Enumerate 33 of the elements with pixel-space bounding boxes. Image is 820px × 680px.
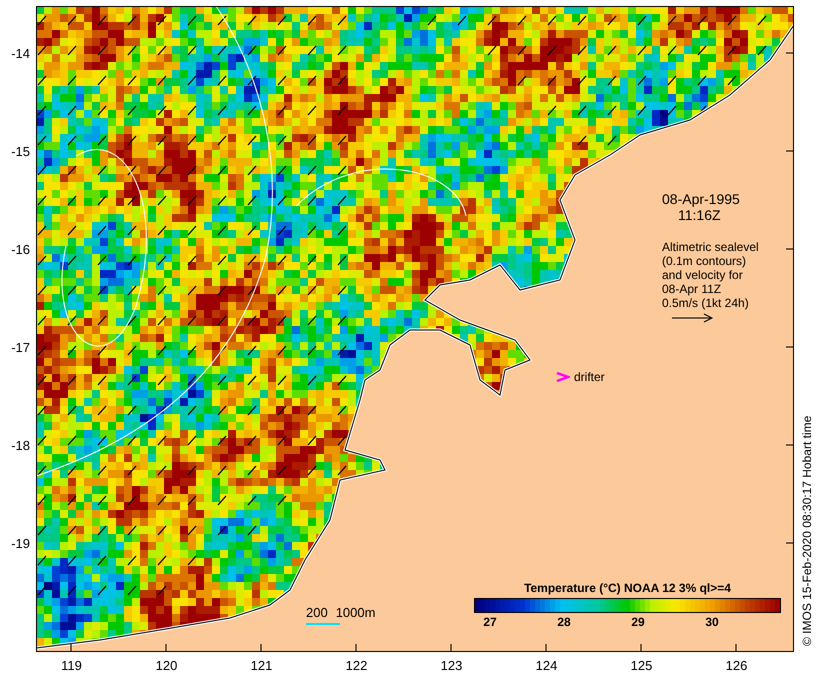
colorbar-label: 28 bbox=[556, 614, 572, 629]
colorbar-label: 27 bbox=[482, 614, 498, 629]
axis-label: 126 bbox=[724, 658, 748, 674]
axis-label: -16 bbox=[10, 240, 31, 258]
axis-label: -14 bbox=[10, 44, 31, 62]
legend-note: Altimetric sealevel bbox=[662, 240, 759, 254]
axis-label: 125 bbox=[630, 658, 654, 674]
axis-label: -18 bbox=[10, 436, 31, 454]
legend-note: 08-Apr 11Z bbox=[662, 282, 722, 296]
velocity-scale-arrow-icon bbox=[672, 313, 714, 323]
legend-note: (0.1m contours) bbox=[662, 254, 748, 268]
legend-note: and velocity for bbox=[662, 268, 744, 282]
colorbar-label: 29 bbox=[630, 614, 646, 629]
depth-label: 1000m bbox=[336, 606, 376, 620]
drifter-label: drifter bbox=[574, 370, 605, 384]
axis-label: 120 bbox=[154, 658, 178, 674]
legend-note: 0.5m/s (1kt 24h) bbox=[662, 296, 750, 310]
axis-label: -19 bbox=[10, 534, 31, 552]
axis-label: -15 bbox=[10, 142, 31, 160]
date-label: 08-Apr-1995 bbox=[662, 191, 740, 207]
chevron-icon bbox=[556, 372, 570, 382]
time-label: 11:16Z bbox=[677, 207, 722, 223]
axis-label: 123 bbox=[440, 658, 464, 674]
axis-label: 119 bbox=[60, 658, 83, 674]
credit-text: © IMOS 15-Feb-2020 08:30:17 Hobart time bbox=[800, 416, 814, 646]
axis-label: 121 bbox=[250, 658, 274, 674]
depth-contour-key-line bbox=[306, 623, 340, 626]
colorbar-label: 30 bbox=[704, 614, 720, 629]
colorbar-title: Temperature (°C) NOAA 12 3% ql>=4 bbox=[523, 581, 732, 595]
depth-label: 200 bbox=[306, 606, 328, 620]
axis-label: 122 bbox=[344, 658, 368, 674]
axis-label: -17 bbox=[10, 338, 31, 356]
axis-label: 124 bbox=[534, 658, 558, 674]
